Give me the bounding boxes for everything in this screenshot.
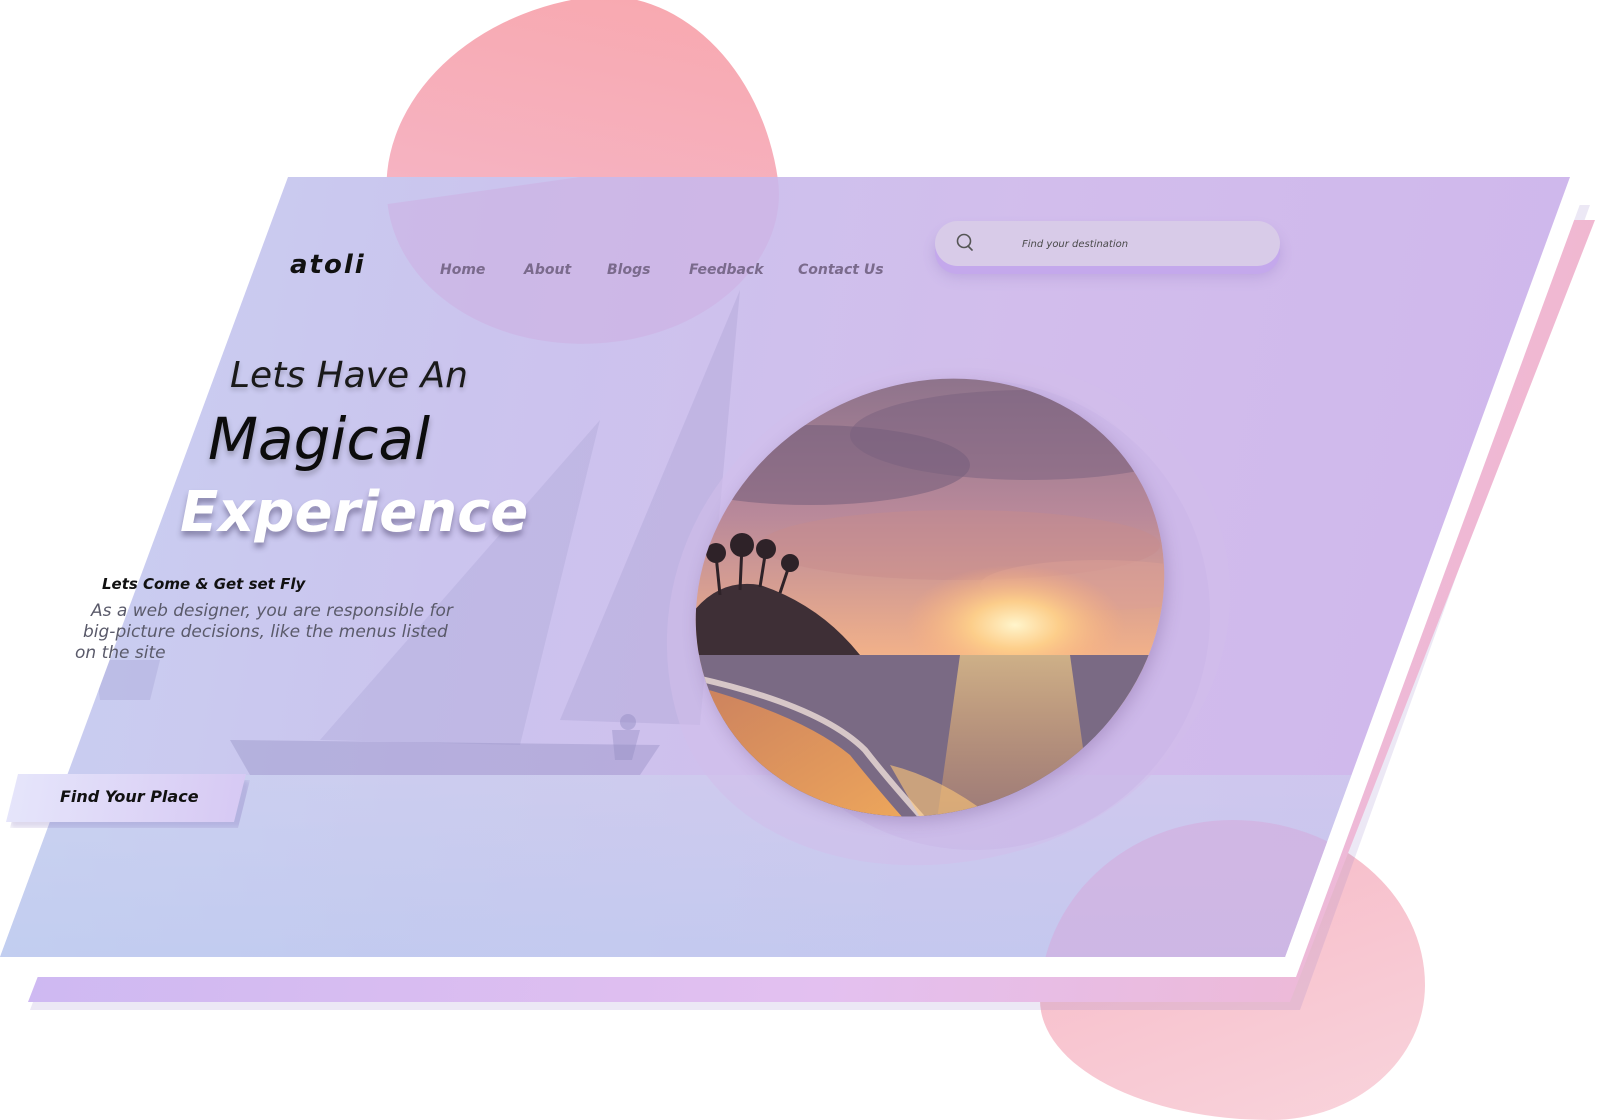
nav-home[interactable]: Home (440, 262, 485, 278)
nav-contact-us[interactable]: Contact Us (798, 262, 884, 278)
search-icon[interactable] (955, 233, 973, 251)
search-bar[interactable] (935, 221, 1280, 266)
hero-heading-line2: Magical (208, 405, 431, 473)
brand-logo[interactable]: atoli (290, 250, 366, 280)
search-input[interactable] (1020, 231, 1254, 257)
nav-blogs[interactable]: Blogs (607, 262, 650, 278)
hero-heading-line3: Experience (180, 480, 529, 545)
nav-feedback[interactable]: Feedback (689, 262, 764, 278)
find-your-place-button[interactable]: Find Your Place (6, 774, 246, 822)
nav-about[interactable]: About (524, 262, 571, 278)
hero-heading-line1: Lets Have An (230, 355, 468, 396)
description-line: big-picture decisions, like the menus li… (83, 622, 448, 642)
hero-description: As a web designer, you are responsible f… (75, 601, 495, 664)
description-line: As a web designer, you are responsible f… (91, 601, 453, 621)
hero-tagline: Lets Come & Get set Fly (102, 575, 306, 593)
description-line: on the site (75, 643, 166, 663)
cta-label: Find Your Place (60, 787, 199, 806)
